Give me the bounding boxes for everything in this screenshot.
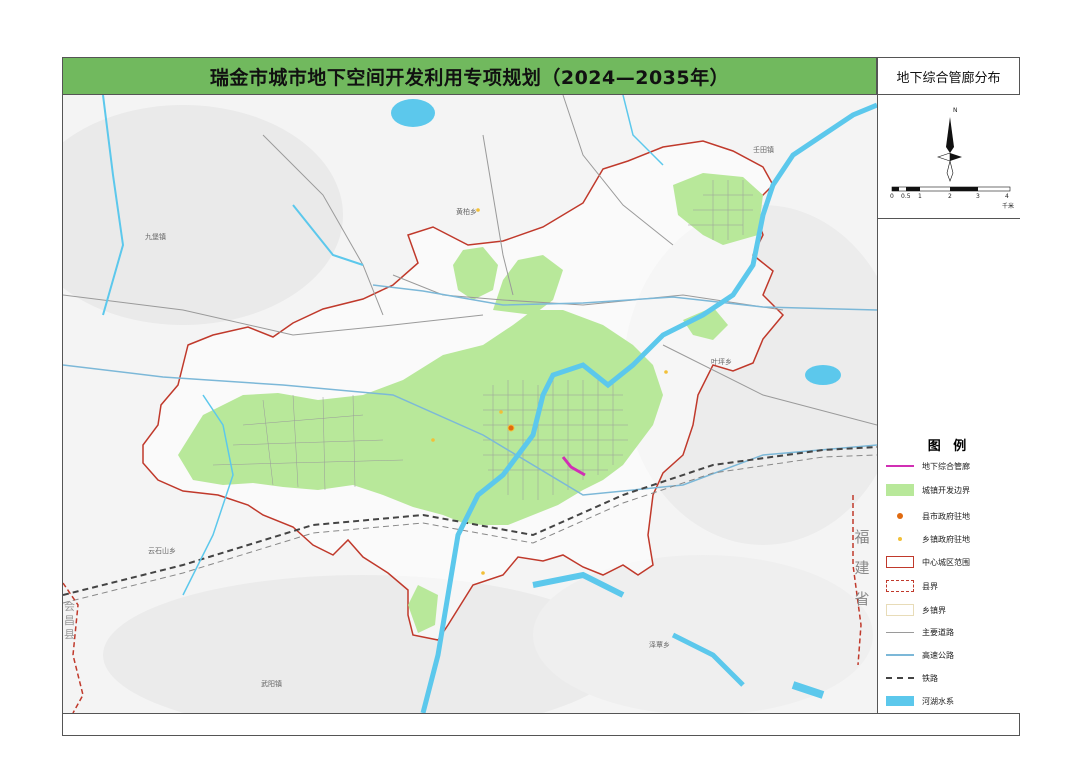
township-boundary-icon: [886, 604, 914, 616]
sidebar: N 0 0.5 1 2 3 4 千米 图 例 地下综合管廊 城镇开发边界 县市政…: [877, 95, 1020, 713]
legend-item: 城镇开发边界: [886, 483, 970, 497]
lake: [391, 99, 435, 127]
legend-item: 中心城区范围: [886, 555, 970, 569]
place-label: 九堡镇: [145, 233, 166, 241]
place-label: 泽覃乡: [649, 641, 670, 649]
page-title: 瑞金市城市地下空间开发利用专项规划（2024—2035年）: [209, 66, 730, 89]
scale-tick-label: 4: [1005, 193, 1009, 200]
township-seat-marker: [664, 370, 668, 374]
place-label: 黄柏乡: [456, 208, 477, 216]
county-boundary-icon: [886, 580, 914, 592]
bottom-strip: [62, 713, 1020, 736]
scale-tick-label: 0.5: [901, 193, 911, 200]
utility-tunnel-icon: [886, 460, 914, 472]
map-svg: [63, 95, 877, 713]
legend-item: 县界: [886, 579, 938, 593]
scale-tick-label: 2: [948, 193, 952, 200]
legend-item: 高速公路: [886, 648, 954, 662]
township-seat-marker: [431, 438, 435, 442]
map-canvas[interactable]: 壬田镇 九堡镇 黄柏乡 叶坪乡 云石山乡 泽覃乡 武阳镇: [63, 95, 877, 713]
legend-item: 乡镇界: [886, 603, 946, 617]
legend-title: 图 例: [927, 439, 971, 454]
map-subject-title: 地下综合管廊分布: [877, 57, 1020, 95]
title-bar: 瑞金市城市地下空间开发利用专项规划（2024—2035年）: [62, 57, 877, 95]
urban-boundary-icon: [886, 484, 914, 496]
township-seat-marker: [481, 571, 485, 575]
province-label: 福建省: [854, 528, 870, 608]
expressway-icon: [886, 649, 914, 661]
place-label: 云石山乡: [148, 547, 176, 555]
legend-item: 主要道路: [886, 625, 954, 639]
scale-tick-label: 1: [918, 193, 922, 200]
county-seat-marker: [507, 424, 515, 432]
legend-item: 铁路: [886, 671, 938, 685]
lake: [805, 365, 841, 385]
scale-tick-label: 0: [890, 193, 894, 200]
water-icon: [886, 695, 914, 707]
compass-scale-box: N 0 0.5 1 2 3 4 千米: [878, 95, 1020, 219]
place-label: 壬田镇: [753, 146, 774, 154]
central-area-icon: [886, 556, 914, 568]
legend-item: 地下综合管廊: [886, 459, 970, 473]
township-seat-icon: [886, 533, 914, 545]
north-label: N: [953, 107, 958, 114]
main-road-icon: [886, 626, 914, 638]
railway-icon: [886, 672, 914, 684]
legend-item: 乡镇政府驻地: [886, 532, 970, 546]
county-seat-icon: [886, 510, 914, 522]
scale-unit: 千米: [1002, 203, 1015, 210]
place-label: 叶坪乡: [711, 358, 732, 366]
legend-item: 县市政府驻地: [886, 509, 970, 523]
place-label: 武阳镇: [261, 680, 282, 688]
township-seat-marker: [499, 410, 503, 414]
legend-item: 河湖水系: [886, 694, 954, 708]
scale-tick-label: 3: [976, 193, 980, 200]
north-arrow-icon: [891, 117, 1011, 192]
county-label: 会昌县: [64, 600, 75, 641]
